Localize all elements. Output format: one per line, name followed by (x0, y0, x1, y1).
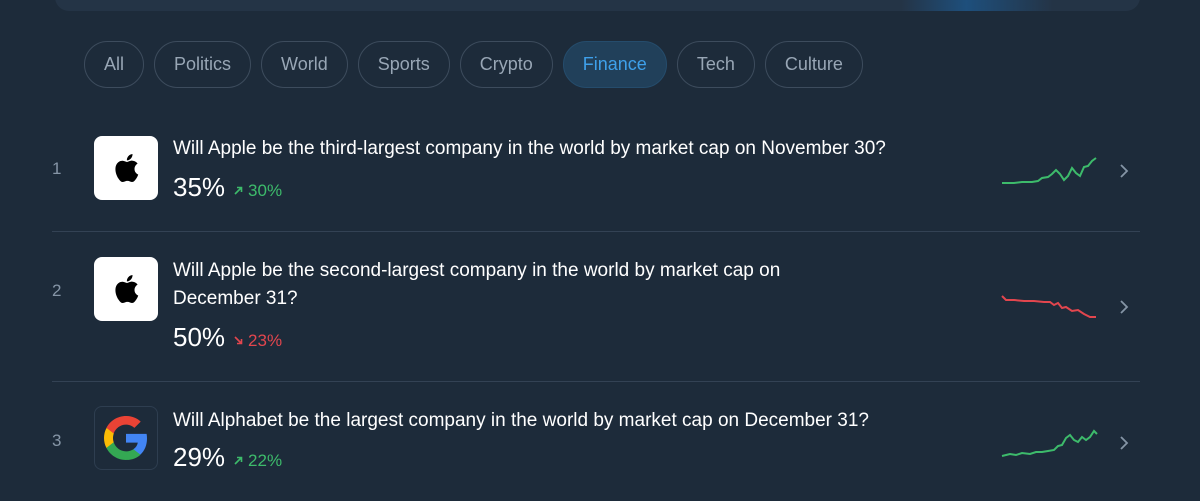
market-percent: 29% (173, 442, 226, 472)
filter-chip-crypto[interactable]: Crypto (459, 41, 553, 88)
filter-chip-finance[interactable]: Finance (562, 41, 667, 88)
market-percent: 35% (173, 172, 226, 202)
chevron-right-icon[interactable] (1118, 435, 1130, 451)
market-row[interactable]: 3 Will Alphabet be the largest company i… (0, 382, 1200, 501)
market-percent: 50% (173, 322, 226, 352)
filter-chip-politics[interactable]: Politics (154, 41, 252, 88)
market-question[interactable]: Will Apple be the third-largest company … (173, 135, 973, 163)
arrow-up-right-icon (234, 456, 243, 465)
market-change: 30% (233, 181, 282, 201)
trend-sparkline (1002, 157, 1097, 184)
top-banner[interactable] (55, 0, 1140, 11)
chevron-right-icon[interactable] (1118, 299, 1130, 315)
market-question[interactable]: Will Apple be the second-largest company… (173, 257, 863, 313)
trend-sparkline (1001, 429, 1098, 457)
chevron-right-icon[interactable] (1118, 163, 1130, 179)
market-change: 22% (233, 451, 282, 471)
apple-logo-icon (94, 257, 158, 321)
category-filter-bar: All Politics World Sports Crypto Finance… (84, 41, 863, 88)
market-change: 23% (233, 331, 282, 351)
filter-chip-world[interactable]: World (261, 41, 348, 88)
market-rank: 2 (52, 281, 62, 300)
market-row[interactable]: 2 Will Apple be the second-largest compa… (0, 232, 1200, 380)
market-odds: 29% 22% (173, 442, 282, 473)
arrow-down-right-icon (234, 336, 243, 345)
trend-sparkline (1001, 295, 1096, 318)
filter-chip-tech[interactable]: Tech (676, 41, 755, 88)
filter-chip-all[interactable]: All (84, 41, 145, 88)
arrow-up-right-icon (234, 186, 243, 195)
market-odds: 35% 30% (173, 172, 282, 203)
apple-logo-icon (94, 136, 158, 200)
google-logo-icon (94, 406, 158, 470)
market-change-value: 22% (248, 450, 283, 470)
market-odds: 50% 23% (173, 322, 282, 353)
filter-chip-sports[interactable]: Sports (357, 41, 450, 88)
market-row[interactable]: 1 Will Apple be the third-largest compan… (0, 120, 1200, 230)
market-rank: 3 (52, 431, 62, 450)
filter-chip-culture[interactable]: Culture (764, 41, 863, 88)
market-question[interactable]: Will Alphabet be the largest company in … (173, 407, 973, 435)
market-change-value: 23% (248, 330, 283, 350)
market-rank: 1 (52, 159, 62, 178)
market-change-value: 30% (248, 180, 283, 200)
